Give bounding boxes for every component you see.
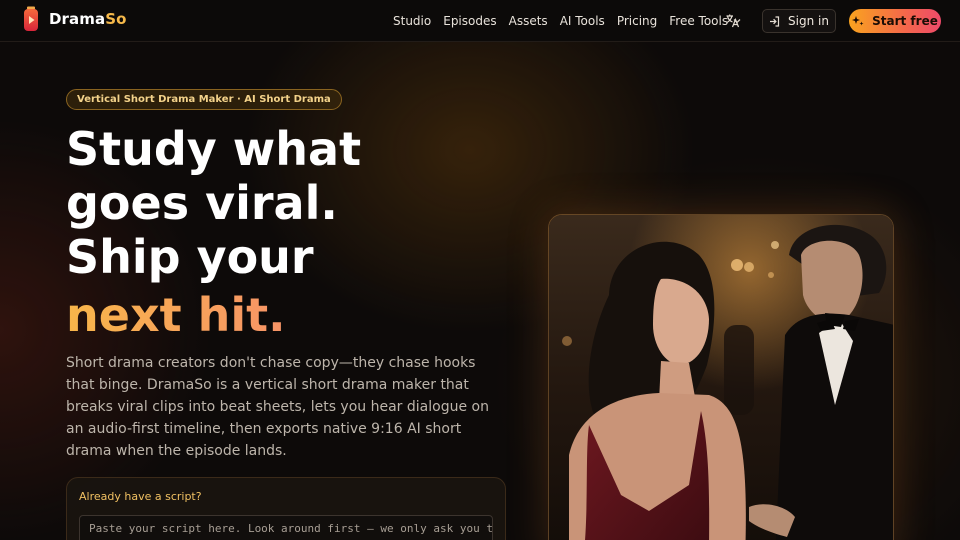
headline-line-3: Ship your <box>66 230 314 284</box>
brand-name-part1: Drama <box>49 10 106 28</box>
sign-in-button[interactable]: Sign in <box>762 9 836 33</box>
phone-play-icon <box>22 6 40 32</box>
start-free-button[interactable]: Start free <box>849 9 941 33</box>
sparkle-icon <box>852 16 864 26</box>
headline-line-1: Study what <box>66 122 362 176</box>
translate-icon[interactable] <box>725 13 740 28</box>
nav-link-pricing[interactable]: Pricing <box>617 14 657 28</box>
headline-accent: next hit. <box>66 288 506 342</box>
script-card-label: Already have a script? <box>79 490 202 503</box>
script-card: Already have a script? Paste your script… <box>66 477 506 540</box>
nav-link-studio[interactable]: Studio <box>393 14 431 28</box>
brand-name-part2: So <box>105 10 127 28</box>
nav-link-assets[interactable]: Assets <box>509 14 548 28</box>
top-navbar: DramaSo Studio Episodes Assets AI Tools … <box>0 0 960 42</box>
hero-description: Short drama creators don't chase copy—th… <box>66 355 489 459</box>
start-free-label: Start free <box>872 14 938 28</box>
sign-in-label: Sign in <box>788 14 829 28</box>
hero-image <box>548 214 894 540</box>
nav-link-episodes[interactable]: Episodes <box>443 14 496 28</box>
headline-line-2: goes viral. <box>66 176 338 230</box>
hero-headline: Study what goes viral. Ship your next hi… <box>66 122 506 342</box>
hero-badge: Vertical Short Drama Maker · AI Short Dr… <box>66 89 342 110</box>
brand-name: DramaSo <box>49 10 127 28</box>
nav-free-tools-label: Free Tools <box>669 14 729 28</box>
brand-logo[interactable]: DramaSo <box>22 6 127 32</box>
main-nav: Studio Episodes Assets AI Tools Pricing … <box>393 0 753 42</box>
sign-in-icon <box>770 15 780 27</box>
script-input[interactable]: Paste your script here. Look around firs… <box>79 515 493 540</box>
nav-link-ai-tools[interactable]: AI Tools <box>560 14 605 28</box>
